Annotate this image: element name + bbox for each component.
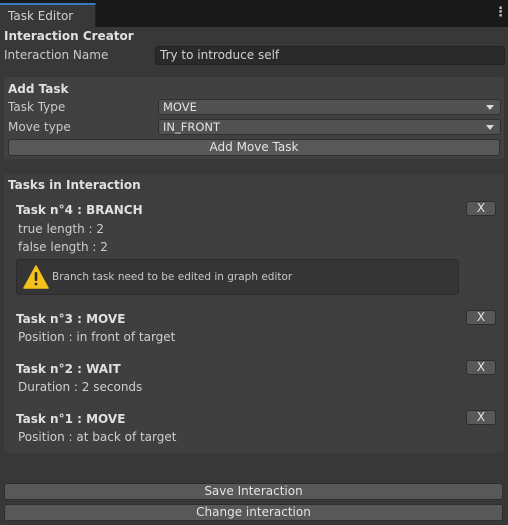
add-move-task-button[interactable]: Add Move Task [8,139,500,156]
chevron-down-icon [486,105,494,110]
task-card-move: Task n°3 : MOVE Position : in front of t… [12,307,462,349]
task-type-value: MOVE [163,100,197,114]
interaction-name-label: Interaction Name [4,48,109,62]
task-title: Task n°4 : BRANCH [16,203,143,217]
move-type-dropdown[interactable]: IN_FRONT [158,119,501,135]
remove-task-button[interactable]: X [466,201,496,216]
task-title: Task n°1 : MOVE [16,412,126,426]
interaction-name-field[interactable]: Try to introduce self [155,46,505,65]
tab-bar: Task Editor ⋮ [0,0,508,28]
task-detail: false length : 2 [18,240,108,254]
task-detail: Duration : 2 seconds [18,380,143,394]
remove-task-button[interactable]: X [466,410,496,425]
move-type-label: Move type [8,120,71,134]
help-box: Branch task need to be edited in graph e… [16,259,459,295]
remove-task-button[interactable]: X [466,310,496,325]
task-detail: Position : at back of target [18,430,177,444]
remove-task-button[interactable]: X [466,360,496,375]
change-interaction-button[interactable]: Change interaction [4,504,503,521]
chevron-down-icon [486,125,494,130]
save-interaction-button[interactable]: Save Interaction [4,483,503,500]
help-message: Branch task need to be edited in graph e… [52,271,293,283]
add-task-title: Add Task [8,82,69,96]
task-card-branch: Task n°4 : BRANCH true length : 2 false … [12,198,462,298]
task-type-label: Task Type [8,100,66,114]
task-type-dropdown[interactable]: MOVE [158,99,501,115]
task-detail: Position : in front of target [18,330,176,344]
task-card-move: Task n°1 : MOVE Position : at back of ta… [12,407,462,449]
warning-icon [23,265,49,289]
move-type-value: IN_FRONT [163,120,221,134]
tasks-in-interaction-title: Tasks in Interaction [8,178,141,192]
task-card-wait: Task n°2 : WAIT Duration : 2 seconds [12,357,462,399]
task-detail: true length : 2 [18,222,104,236]
kebab-icon[interactable]: ⋮ [494,5,507,21]
interaction-creator-title: Interaction Creator [4,29,134,43]
tab-label: Task Editor [8,9,74,23]
add-task-box: Add Task Task Type MOVE Move type IN_FRO… [4,77,504,159]
tab-task-editor[interactable]: Task Editor [0,3,96,28]
task-title: Task n°2 : WAIT [16,362,121,376]
editor-panel: Interaction Creator Interaction Name Try… [0,27,508,525]
task-title: Task n°3 : MOVE [16,312,126,326]
